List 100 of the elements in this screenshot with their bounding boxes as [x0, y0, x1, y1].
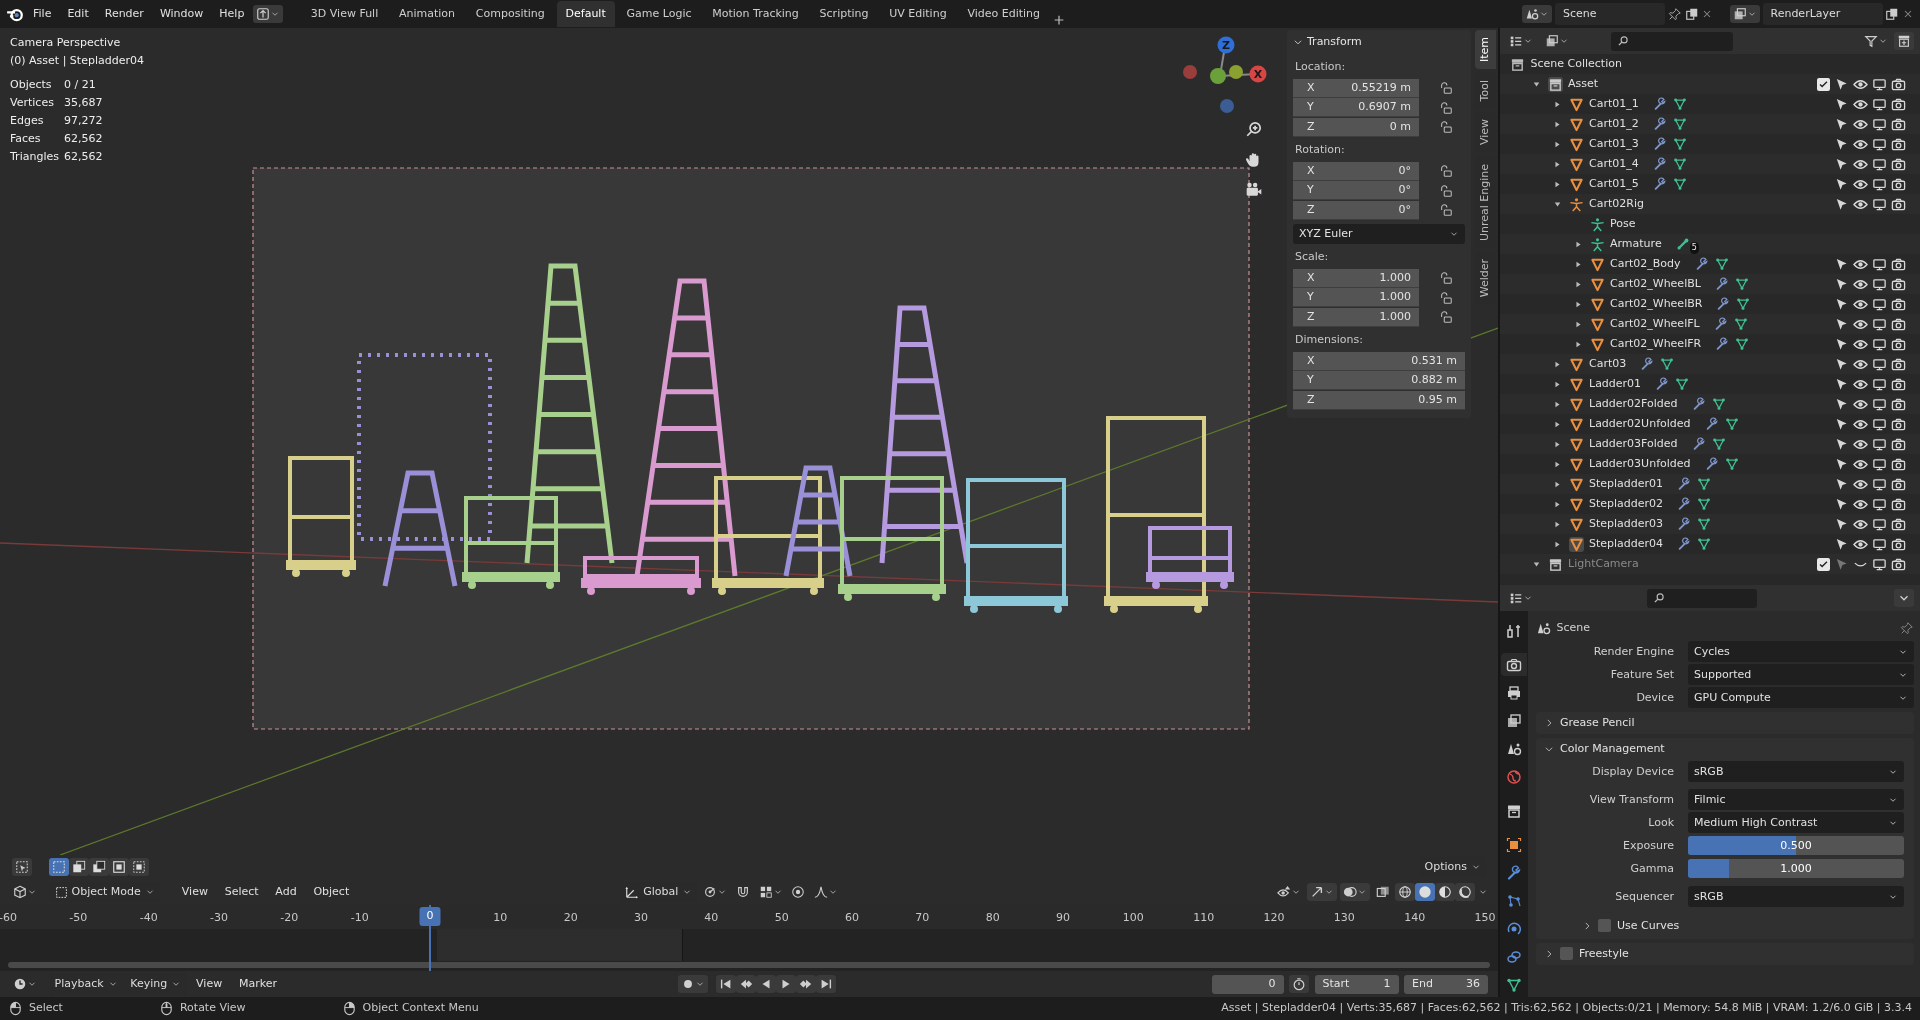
- menu-item[interactable]: Edit: [60, 2, 96, 26]
- dropdown[interactable]: GPU Compute: [1688, 687, 1914, 709]
- end-frame-field[interactable]: End 36: [1404, 974, 1488, 994]
- axis-label: Y: [1307, 182, 1314, 198]
- tick-label: 50: [774, 910, 789, 926]
- field-value: 0.531 m: [1411, 352, 1457, 369]
- workspace-tab[interactable]: Compositing: [466, 0, 554, 28]
- number-field[interactable]: X 0.55219 m: [1293, 78, 1419, 98]
- workspace-tab[interactable]: Video Editing: [958, 0, 1050, 28]
- workspace-tab[interactable]: Animation: [390, 0, 465, 28]
- axis-label: X: [1307, 162, 1315, 179]
- menu-item[interactable]: View: [189, 972, 230, 996]
- number-field[interactable]: Y 0.6907 m: [1293, 98, 1419, 118]
- menu-item[interactable]: Add: [268, 880, 304, 904]
- tree-item[interactable]: Cart01_3: [1589, 135, 1639, 153]
- tick-label: -40: [139, 910, 158, 926]
- tree-item[interactable]: LightCamera: [1568, 555, 1639, 573]
- stat-label: Objects: [10, 77, 53, 93]
- tree-item[interactable]: Cart02Rig: [1589, 195, 1644, 213]
- tree-item[interactable]: Cart01_5: [1589, 175, 1639, 193]
- tree-item[interactable]: Cart02_WheelFR: [1610, 335, 1702, 353]
- menu-item[interactable]: View: [174, 880, 215, 904]
- frame-field[interactable]: 0: [1211, 974, 1284, 994]
- tree-item[interactable]: Pose: [1610, 215, 1636, 233]
- tree-item[interactable]: Cart02_WheelBR: [1610, 295, 1703, 313]
- tree-item[interactable]: Stepladder02: [1589, 495, 1664, 513]
- menu-item[interactable]: Object: [306, 880, 357, 904]
- menu-item[interactable]: File: [26, 2, 59, 26]
- number-field[interactable]: Z 1.000: [1293, 307, 1419, 327]
- tree-item[interactable]: Scene Collection: [1530, 55, 1622, 73]
- subpanel-header[interactable]: Use Curves: [1536, 914, 1904, 937]
- workspace-tab[interactable]: Motion Tracking: [703, 0, 808, 28]
- scene-field[interactable]: Scene: [1555, 2, 1665, 26]
- stat-value: 35,687: [64, 95, 104, 111]
- dropdown[interactable]: Filmic: [1688, 789, 1904, 811]
- dropdown[interactable]: sRGB: [1688, 761, 1904, 783]
- tick-label: 150: [1474, 910, 1496, 926]
- tree-item[interactable]: Ladder02Unfolded: [1589, 415, 1691, 433]
- number-field[interactable]: Z 0°: [1293, 200, 1419, 220]
- menu-item[interactable]: Help: [212, 2, 252, 26]
- menu-item[interactable]: Marker: [231, 972, 284, 996]
- axis-label: Y: [1307, 289, 1314, 305]
- tree-item[interactable]: Cart01_1: [1589, 95, 1639, 113]
- tree-item[interactable]: Asset: [1568, 75, 1599, 93]
- field-label: Render Engine: [1592, 643, 1675, 660]
- axis-label: Z: [1307, 201, 1315, 218]
- dropdown[interactable]: Medium High Contrast: [1688, 812, 1904, 834]
- tree-item[interactable]: Ladder03Unfolded: [1589, 455, 1691, 473]
- number-field[interactable]: X 0°: [1293, 161, 1419, 181]
- dropdown[interactable]: Cycles: [1688, 641, 1914, 663]
- tree-item[interactable]: Ladder01: [1589, 375, 1642, 393]
- sidebar-tab[interactable]: Item: [1475, 30, 1496, 70]
- number-field[interactable]: Z 0 m: [1293, 117, 1419, 137]
- number-field[interactable]: X 1.000: [1293, 268, 1419, 288]
- view-layer-field[interactable]: RenderLayer: [1762, 2, 1883, 26]
- slider[interactable]: 1.000: [1688, 859, 1904, 879]
- tree-item[interactable]: Cart01_4: [1589, 155, 1639, 173]
- tree-item[interactable]: Armature: [1610, 235, 1662, 253]
- workspace-tab[interactable]: Game Logic: [617, 0, 701, 28]
- dropdown[interactable]: Supported: [1688, 664, 1914, 686]
- number-field[interactable]: Z 0.95 m: [1293, 390, 1465, 410]
- tree-item[interactable]: Cart03: [1589, 355, 1627, 373]
- tree-item[interactable]: Stepladder03: [1589, 515, 1664, 533]
- workspace-tab[interactable]: 3D View Full: [301, 0, 388, 28]
- workspace-tab[interactable]: Scripting: [810, 0, 878, 28]
- number-field[interactable]: Y 0°: [1293, 181, 1419, 201]
- workspace-tab[interactable]: UV Editing: [880, 0, 956, 28]
- panel-title[interactable]: Transform: [1307, 33, 1362, 51]
- menu-item[interactable]: Window: [152, 2, 211, 26]
- tree-item[interactable]: Cart02_WheelBL: [1610, 275, 1701, 293]
- current-frame-label[interactable]: 0: [419, 907, 441, 926]
- tree-item[interactable]: Stepladder04: [1589, 535, 1664, 553]
- menu-item[interactable]: Render: [97, 2, 151, 26]
- tree-item[interactable]: Cart02_WheelFL: [1610, 315, 1700, 333]
- number-field[interactable]: Y 1.000: [1293, 288, 1419, 308]
- stat-value: 62,562: [64, 131, 104, 147]
- menu-item[interactable]: Select: [217, 880, 266, 904]
- panel-header[interactable]: Grease Pencil: [1536, 711, 1914, 734]
- start-frame-field[interactable]: Start 1: [1314, 974, 1399, 994]
- tree-item[interactable]: Cart02_Body: [1610, 255, 1681, 273]
- tree-item[interactable]: Stepladder01: [1589, 475, 1664, 493]
- tree-item[interactable]: Ladder03Folded: [1589, 435, 1678, 453]
- field-label: Device: [1635, 689, 1675, 706]
- number-field[interactable]: Y 0.882 m: [1293, 371, 1465, 391]
- axis-label: Y: [1307, 99, 1314, 115]
- tick-label: 90: [1056, 910, 1070, 926]
- context-label: (0) Asset | Stepladder04: [10, 53, 144, 69]
- number-field[interactable]: X 0.531 m: [1293, 351, 1465, 371]
- field-label: View Transform: [1588, 791, 1675, 808]
- axis-label: X: [1253, 68, 1263, 81]
- dropdown[interactable]: sRGB: [1688, 886, 1904, 908]
- tick-label: -50: [69, 910, 88, 926]
- panel-header[interactable]: Freestyle: [1536, 942, 1914, 965]
- workspace-tab[interactable]: Default: [556, 0, 615, 28]
- tree-item[interactable]: Cart01_2: [1589, 115, 1639, 133]
- axis-label: X: [1307, 352, 1315, 369]
- rotation-mode-dropdown[interactable]: XYZ Euler: [1293, 224, 1465, 244]
- tree-item[interactable]: Ladder02Folded: [1589, 395, 1678, 413]
- panel-header[interactable]: Color Management: [1536, 737, 1914, 760]
- slider[interactable]: 0.500: [1688, 836, 1904, 856]
